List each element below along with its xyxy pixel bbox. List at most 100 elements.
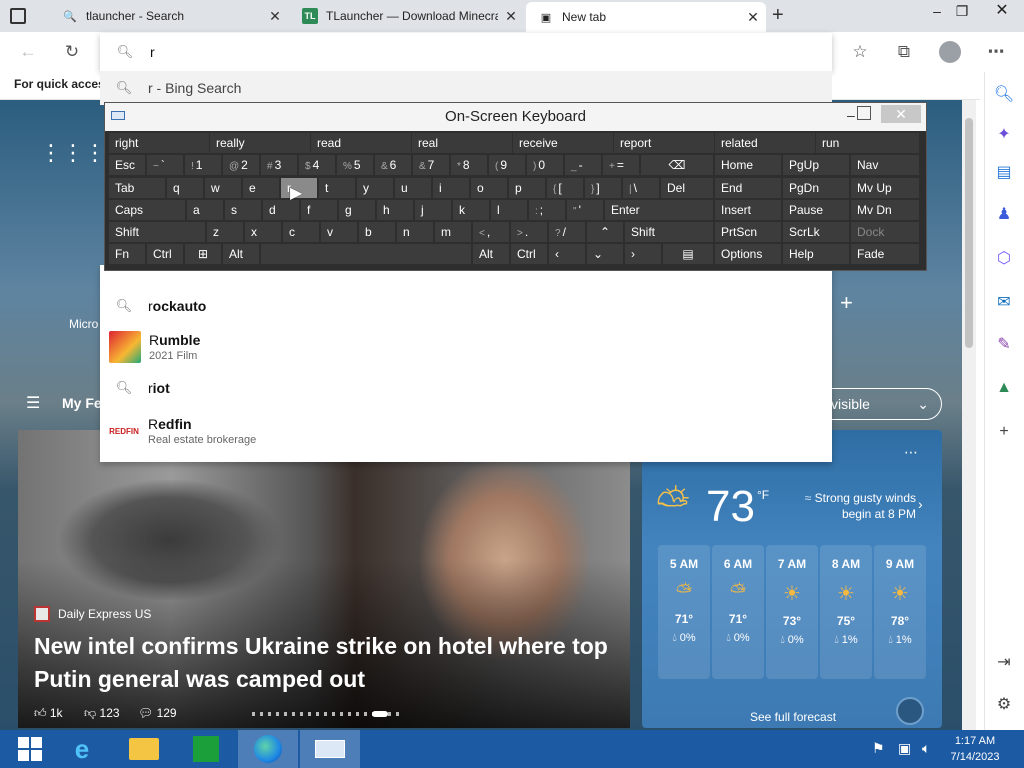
osk-key[interactable]: {[ <box>547 178 583 198</box>
tab-tlauncher[interactable]: TL TLauncher — Download Minecraft ✕ <box>290 0 524 32</box>
my-feed-tab[interactable]: My Fe <box>62 395 102 411</box>
back-icon[interactable]: ← <box>12 32 44 72</box>
restore-icon[interactable]: ❐ <box>945 0 979 24</box>
taskbar-store[interactable] <box>176 730 236 768</box>
osk-key[interactable]: t <box>319 178 355 198</box>
osk-key[interactable]: ? / <box>549 222 585 242</box>
osk-prediction[interactable]: related <box>715 133 815 153</box>
sidebar-hide-icon[interactable]: ⇥ <box>984 646 1024 678</box>
osk-key-pgup[interactable]: PgUp <box>783 155 849 175</box>
weather-more-icon[interactable]: ⋯ <box>904 444 918 461</box>
sidebar-copilot-icon[interactable]: ✦ <box>984 118 1024 150</box>
osk-key-alt-right[interactable]: Alt <box>473 244 509 264</box>
osk-key-options[interactable]: Options <box>715 244 781 264</box>
osk-key-shift-right[interactable]: Shift <box>625 222 713 242</box>
osk-key[interactable]: (9 <box>489 155 525 175</box>
osk-key[interactable]: v <box>321 222 357 242</box>
osk-key[interactable]: :; <box>529 200 565 220</box>
osk-key[interactable]: o <box>471 178 507 198</box>
network-icon[interactable]: ▣ <box>898 740 911 757</box>
osk-key[interactable]: | \ <box>623 178 659 198</box>
start-button[interactable] <box>0 730 60 768</box>
sidebar-add-icon[interactable]: + <box>984 416 1024 448</box>
osk-key-backspace[interactable]: ⌫ <box>641 155 713 175</box>
scrollbar-thumb[interactable] <box>965 118 973 348</box>
osk-key[interactable]: i <box>433 178 469 198</box>
osk-key-enter[interactable]: Enter <box>605 200 713 220</box>
close-tab-icon[interactable]: ✕ <box>740 9 766 26</box>
close-tab-icon[interactable]: ✕ <box>498 8 524 25</box>
osk-key-ctrl[interactable]: Ctrl <box>147 244 183 264</box>
comments-button[interactable]: 💬︎ 129 <box>138 706 177 720</box>
hourly-forecast-item[interactable]: 6 AM ⛅︎ 71° 💧︎ 0% <box>712 545 764 679</box>
osk-title-bar[interactable]: On-Screen Keyboard – ✕ <box>105 103 926 131</box>
osk-key[interactable]: e <box>243 178 279 198</box>
tab-search[interactable]: 🔍 tlauncher - Search ✕ <box>50 0 288 32</box>
hamburger-menu-icon[interactable]: ☰ <box>26 393 40 413</box>
close-window-icon[interactable]: ✕ <box>985 0 1019 24</box>
osk-key[interactable]: s <box>225 200 261 220</box>
like-button[interactable]: 👍︎ 1k <box>34 706 63 721</box>
sidebar-games-icon[interactable]: ♟ <box>984 198 1024 230</box>
osk-key[interactable]: & 7 <box>413 155 449 175</box>
sidebar-settings-icon[interactable]: ⚙︎ <box>984 688 1024 720</box>
osk-key[interactable]: + = <box>603 155 639 175</box>
apps-grid-icon[interactable]: ⋮⋮⋮ <box>40 140 106 166</box>
osk-key-mvup[interactable]: Mv Up <box>851 178 919 198</box>
refresh-icon[interactable]: ↻ <box>56 32 88 72</box>
osk-key[interactable]: x <box>245 222 281 242</box>
osk-minimize-icon[interactable]: – <box>847 107 855 123</box>
hourly-forecast-item[interactable]: 5 AM ⛅︎ 71° 💧︎ 0% <box>658 545 710 679</box>
osk-key[interactable]: & 6 <box>375 155 411 175</box>
close-tab-icon[interactable]: ✕ <box>262 8 288 25</box>
osk-key[interactable]: g <box>339 200 375 220</box>
hourly-forecast-item[interactable]: 8 AM ☀︎ 75° 💧︎ 1% <box>820 545 872 679</box>
osk-key-mvdn[interactable]: Mv Dn <box>851 200 919 220</box>
taskbar-osk[interactable] <box>300 730 360 768</box>
osk-key[interactable]: z <box>207 222 243 242</box>
sidebar-search-icon[interactable]: 🔍︎ <box>984 78 1024 110</box>
sidebar-m365-icon[interactable]: ⬡ <box>984 242 1024 274</box>
osk-prediction[interactable]: really <box>210 133 310 153</box>
tab-actions-icon[interactable] <box>10 8 26 24</box>
osk-key[interactable]: k <box>453 200 489 220</box>
osk-key[interactable]: b <box>359 222 395 242</box>
osk-prediction[interactable]: real <box>412 133 512 153</box>
osk-close-icon[interactable]: ✕ <box>881 105 921 123</box>
osk-key[interactable]: a <box>187 200 223 220</box>
suggestion-item[interactable]: 🔍︎ riot <box>100 374 832 402</box>
osk-key-left[interactable]: ‹ <box>549 244 585 264</box>
taskbar-clock[interactable]: 1:17 AM 7/14/2023 <box>946 733 1004 765</box>
news-headline[interactable]: New intel confirms Ukraine strike on hot… <box>34 630 624 696</box>
osk-key-down[interactable]: ⌄ <box>587 244 623 264</box>
hourly-forecast-item[interactable]: 7 AM ☀︎ 73° 💧︎ 0% <box>766 545 818 679</box>
osk-key-space[interactable] <box>261 244 471 264</box>
address-bar[interactable]: 🔍︎ r <box>100 33 832 71</box>
carousel-dot-active[interactable] <box>372 711 388 717</box>
osk-key[interactable]: m <box>435 222 471 242</box>
add-site-plus-icon[interactable]: + <box>840 290 853 316</box>
flag-icon[interactable]: ⚑ <box>872 740 885 757</box>
osk-key-tab[interactable]: Tab <box>109 178 165 198</box>
osk-key-pgdn[interactable]: PgDn <box>783 178 849 198</box>
osk-key[interactable]: y <box>357 178 393 198</box>
osk-maximize-icon[interactable] <box>857 106 871 120</box>
osk-key[interactable]: % 5 <box>337 155 373 175</box>
osk-key[interactable]: h <box>377 200 413 220</box>
taskbar-edge[interactable] <box>238 730 298 768</box>
suggestion-item[interactable]: Rumble 2021 Film <box>100 327 832 367</box>
suggestion-item[interactable]: REDFIN Redfin Real estate brokerage <box>100 411 832 451</box>
osk-key[interactable]: $4 <box>299 155 335 175</box>
osk-prediction[interactable]: receive <box>513 133 613 153</box>
taskbar-explorer[interactable] <box>114 730 174 768</box>
osk-key[interactable]: _ - <box>565 155 601 175</box>
osk-prediction[interactable]: report <box>614 133 714 153</box>
osk-key-shift[interactable]: Shift <box>109 222 205 242</box>
volume-muted-icon[interactable]: 🔈︎ <box>922 740 930 757</box>
osk-key-help[interactable]: Help <box>783 244 849 264</box>
osk-key-alt[interactable]: Alt <box>223 244 259 264</box>
osk-key[interactable]: d <box>263 200 299 220</box>
osk-key-fn[interactable]: Fn <box>109 244 145 264</box>
osk-key-fade[interactable]: Fade <box>851 244 919 264</box>
osk-key[interactable]: q <box>167 178 203 198</box>
